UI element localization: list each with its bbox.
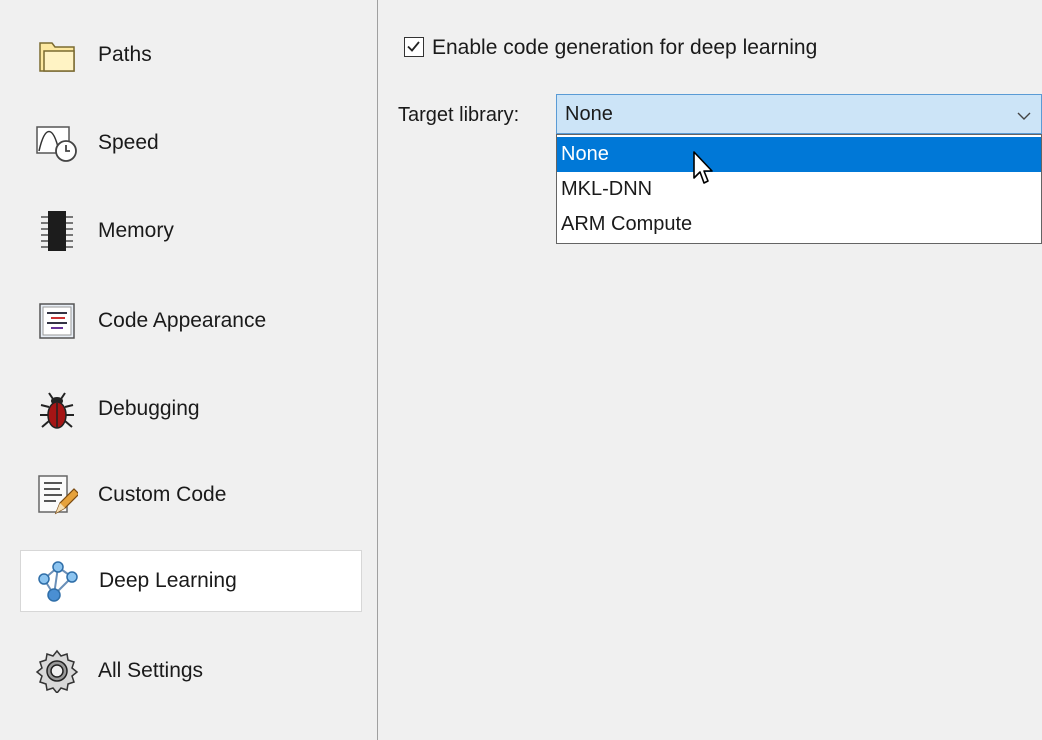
- memory-chip-icon: [34, 208, 80, 254]
- network-icon: [35, 558, 81, 604]
- sidebar-item-all-settings[interactable]: All Settings: [20, 640, 362, 702]
- sidebar-item-memory[interactable]: Memory: [20, 200, 362, 262]
- gear-icon: [34, 648, 80, 694]
- sidebar-divider: [377, 0, 378, 740]
- custom-code-icon: [34, 472, 80, 518]
- enable-deep-learning-checkbox[interactable]: [404, 37, 424, 57]
- target-library-label: Target library:: [398, 104, 520, 126]
- settings-sidebar: Paths Speed Memory Code Appearance Debug…: [0, 0, 377, 740]
- sidebar-item-label: Code Appearance: [98, 309, 267, 332]
- sidebar-item-label: Custom Code: [98, 483, 227, 506]
- sidebar-item-label: Deep Learning: [99, 569, 237, 592]
- sidebar-item-label: Paths: [98, 43, 152, 66]
- target-library-options-list: None MKL-DNN ARM Compute: [556, 134, 1042, 244]
- speed-clock-icon: [34, 120, 80, 166]
- option-mkl-dnn[interactable]: MKL-DNN: [557, 172, 1041, 207]
- option-none[interactable]: None: [557, 137, 1041, 172]
- sidebar-item-label: Memory: [98, 219, 174, 242]
- checkmark-icon: [407, 41, 420, 52]
- option-arm-compute[interactable]: ARM Compute: [557, 207, 1041, 242]
- sidebar-item-label: All Settings: [98, 659, 204, 682]
- sidebar-item-paths[interactable]: Paths: [20, 24, 362, 86]
- chevron-down-icon: [1017, 108, 1031, 126]
- enable-deep-learning-label[interactable]: Enable code generation for deep learning: [432, 35, 817, 61]
- sidebar-item-custom-code[interactable]: Custom Code: [20, 464, 362, 526]
- sidebar-item-label: Speed: [98, 131, 159, 154]
- sidebar-item-speed[interactable]: Speed: [20, 112, 362, 174]
- mouse-pointer-icon: [692, 150, 718, 193]
- sidebar-item-deep-learning[interactable]: Deep Learning: [20, 550, 362, 612]
- folder-icon: [34, 32, 80, 78]
- sidebar-item-label: Debugging: [98, 397, 200, 420]
- bug-icon: [34, 386, 80, 432]
- code-appearance-icon: [34, 298, 80, 344]
- target-library-dropdown[interactable]: None: [556, 94, 1042, 134]
- sidebar-item-debugging[interactable]: Debugging: [20, 378, 362, 440]
- sidebar-item-code-appearance[interactable]: Code Appearance: [20, 290, 362, 352]
- target-library-value: None: [565, 103, 613, 125]
